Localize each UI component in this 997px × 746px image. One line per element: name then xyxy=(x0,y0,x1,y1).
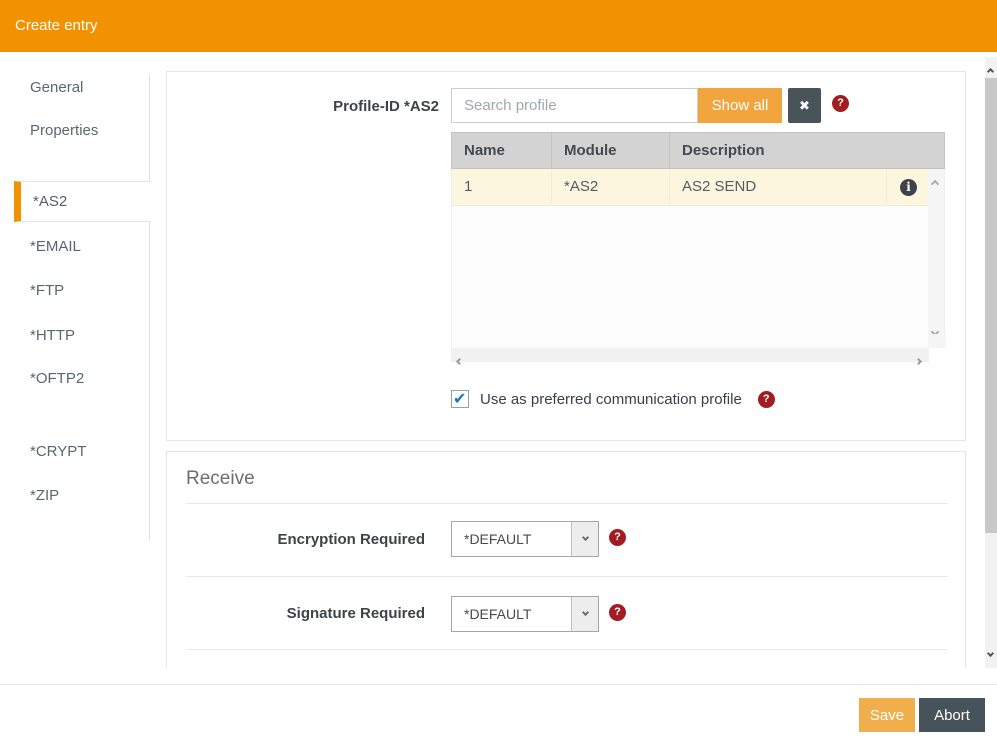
cell-module: *AS2 xyxy=(552,169,670,205)
checkmark-icon: ✔ xyxy=(453,389,466,408)
profile-panel: Profile-ID *AS2 Show all ✖ ? Name Module… xyxy=(166,71,966,441)
sidebar-item-as2-active[interactable]: *AS2 xyxy=(14,181,151,222)
page-scrollbar[interactable] xyxy=(985,57,997,668)
sidebar-item-oftp2[interactable]: *OFTP2 xyxy=(30,370,84,388)
x-icon: ✖ xyxy=(799,98,810,113)
table-row[interactable]: 1 *AS2 AS2 SEND i xyxy=(452,169,930,206)
profile-table-header: Name Module Description xyxy=(451,132,945,169)
table-horizontal-scrollbar[interactable] xyxy=(451,348,929,362)
save-button[interactable]: Save xyxy=(859,698,915,732)
sidebar-item-crypt[interactable]: *CRYPT xyxy=(30,443,86,461)
title-bar: Create entry xyxy=(0,0,997,52)
search-profile-input[interactable] xyxy=(451,88,698,123)
table-vertical-scrollbar[interactable] xyxy=(928,169,944,348)
scroll-left-icon[interactable] xyxy=(457,351,462,369)
profile-id-label: Profile-ID *AS2 xyxy=(167,98,439,115)
scroll-up-icon[interactable] xyxy=(932,174,938,192)
page-scroll-down-icon[interactable] xyxy=(988,643,993,661)
encryption-help-icon[interactable]: ? xyxy=(609,529,626,546)
chevron-down-icon xyxy=(571,597,598,631)
field-divider xyxy=(186,649,948,650)
sidebar-item-general[interactable]: General xyxy=(30,79,83,97)
profile-table-body: 1 *AS2 AS2 SEND i xyxy=(451,169,945,348)
signature-required-select[interactable]: *DEFAULT xyxy=(451,596,599,632)
sidebar-item-zip[interactable]: *ZIP xyxy=(30,487,59,505)
preferred-profile-label: Use as preferred communication profile xyxy=(480,391,742,408)
field-divider xyxy=(186,576,948,577)
sidebar-divider xyxy=(149,75,150,540)
show-all-button[interactable]: Show all xyxy=(698,88,782,123)
info-icon[interactable]: i xyxy=(900,179,917,196)
cell-description: AS2 SEND xyxy=(670,169,887,205)
cell-name: 1 xyxy=(452,169,552,205)
sidebar-item-ftp[interactable]: *FTP xyxy=(30,282,64,300)
sidebar-item-email[interactable]: *EMAIL xyxy=(30,238,81,256)
receive-section-title: Receive xyxy=(186,468,255,490)
column-header-description: Description xyxy=(670,133,944,168)
scrollbar-corner xyxy=(930,334,946,348)
preferred-profile-help-icon[interactable]: ? xyxy=(758,391,775,408)
section-divider xyxy=(186,503,948,504)
chevron-down-icon xyxy=(571,522,598,556)
profile-help-icon[interactable]: ? xyxy=(832,95,849,112)
receive-panel: Receive Encryption Required *DEFAULT ? S… xyxy=(166,451,966,667)
profile-table: Name Module Description 1 *AS2 AS2 SEND … xyxy=(451,132,945,362)
page-scroll-up-icon[interactable] xyxy=(988,61,993,79)
encryption-required-select[interactable]: *DEFAULT xyxy=(451,521,599,557)
page-scrollbar-thumb[interactable] xyxy=(985,78,997,533)
scroll-right-icon[interactable] xyxy=(916,351,921,369)
preferred-profile-row: ✔ Use as preferred communication profile… xyxy=(451,390,775,408)
preferred-profile-checkbox[interactable]: ✔ xyxy=(451,390,469,408)
cell-info: i xyxy=(887,169,930,205)
signature-required-label: Signature Required xyxy=(167,605,425,622)
column-header-name: Name xyxy=(452,133,552,168)
abort-button[interactable]: Abort xyxy=(919,698,985,732)
clear-search-button[interactable]: ✖ xyxy=(788,88,821,123)
signature-help-icon[interactable]: ? xyxy=(609,604,626,621)
sidebar-item-http[interactable]: *HTTP xyxy=(30,327,75,345)
column-header-module: Module xyxy=(552,133,670,168)
footer-divider xyxy=(0,684,997,685)
encryption-required-label: Encryption Required xyxy=(167,531,425,548)
page-title: Create entry xyxy=(15,0,98,52)
sidebar-item-properties[interactable]: Properties xyxy=(30,122,98,140)
